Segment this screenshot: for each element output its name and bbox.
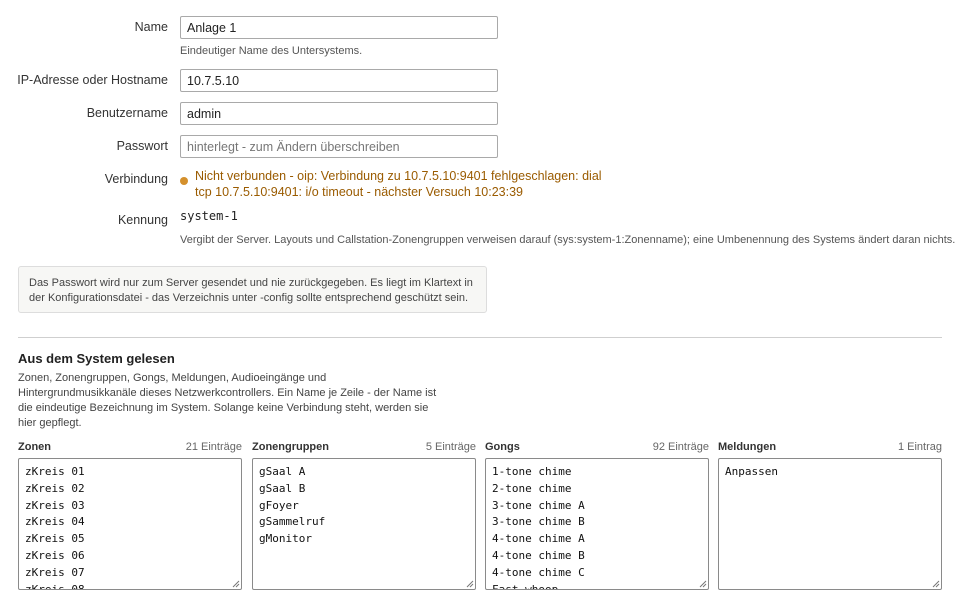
list-item: 1-tone chime — [492, 465, 572, 478]
zone-groups-title: Zonengruppen — [252, 441, 329, 453]
resize-grip-icon[interactable] — [931, 579, 940, 588]
list-item: zKreis 02 — [25, 481, 85, 495]
system-id-value: system-1 — [180, 209, 238, 223]
zones-title: Zonen — [18, 441, 51, 453]
id-hint: Vergibt der Server. Layouts und Callstat… — [180, 234, 956, 246]
section-divider — [18, 337, 942, 338]
section-description: Zonen, Zonengruppen, Gongs, Meldungen, A… — [18, 372, 437, 429]
list-item: 4-tone chime A — [492, 532, 585, 546]
host-input[interactable] — [180, 69, 498, 92]
zones-count: 21 Einträge — [185, 441, 242, 453]
list-item: gMonitor — [259, 532, 312, 546]
gongs-count: 92 Einträge — [652, 441, 709, 453]
gongs-textarea[interactable]: 1-tone chime 2-tone chime 3-tone chime A… — [485, 458, 709, 590]
connection-label: Verbindung — [104, 172, 168, 186]
resize-grip-icon[interactable] — [231, 579, 240, 588]
list-item: Fast whoop — [492, 582, 559, 590]
messages-textarea[interactable]: Anpassen — [718, 458, 942, 590]
zones-column: Zonen 21 Einträge zKreis 01 zKreis 02 zK… — [18, 441, 242, 590]
name-hint: Eindeutiger Name des Untersystems. — [180, 45, 363, 57]
name-input[interactable] — [180, 16, 498, 39]
username-label: Benutzername — [86, 106, 168, 120]
list-item: zKreis 05 — [25, 532, 85, 546]
list-item: gSaal B — [259, 481, 306, 495]
list-item: 3-tone chime B — [492, 515, 585, 529]
gongs-title: Gongs — [485, 441, 520, 453]
resize-grip-icon[interactable] — [465, 579, 474, 588]
section-title: Aus dem System gelesen — [18, 351, 175, 366]
list-item: 3-tone chime A — [492, 498, 585, 512]
host-label: IP-Adresse oder Hostname — [17, 73, 168, 87]
messages-column: Meldungen 1 Eintrag Anpassen — [718, 441, 942, 590]
id-label: Kennung — [117, 213, 168, 227]
list-item: 4-tone chime B — [492, 548, 585, 562]
list-item: zKreis 07 — [25, 565, 85, 579]
list-item: gSaal A — [259, 465, 306, 478]
password-notice: Das Passwort wird nur zum Server gesende… — [18, 266, 487, 313]
messages-title: Meldungen — [718, 441, 777, 453]
messages-count: 1 Eintrag — [897, 441, 942, 453]
list-item: 4-tone chime C — [492, 565, 585, 579]
zone-groups-count: 5 Einträge — [425, 441, 476, 453]
list-item: zKreis 06 — [25, 548, 85, 562]
resize-grip-icon[interactable] — [698, 579, 707, 588]
list-item: zKreis 01 — [25, 465, 85, 478]
username-input[interactable] — [180, 102, 498, 125]
zones-textarea[interactable]: zKreis 01 zKreis 02 zKreis 03 zKreis 04 … — [18, 458, 242, 590]
list-item: gSammelruf — [259, 515, 326, 529]
name-label: Name — [134, 20, 168, 34]
zone-groups-column: Zonengruppen 5 Einträge gSaal A gSaal B … — [252, 441, 476, 590]
password-input[interactable] — [180, 135, 498, 158]
connection-status-text: Nicht verbunden - oip: Verbindung zu 10.… — [195, 169, 602, 199]
list-item: 2-tone chime — [492, 481, 572, 495]
gongs-column: Gongs 92 Einträge 1-tone chime 2-tone ch… — [485, 441, 709, 590]
list-item: gFoyer — [259, 498, 299, 512]
password-label: Passwort — [116, 139, 168, 153]
zone-groups-textarea[interactable]: gSaal A gSaal B gFoyer gSammelruf gMonit… — [252, 458, 476, 590]
status-dot-icon — [180, 177, 188, 185]
list-item: zKreis 08 — [25, 582, 85, 590]
list-item: zKreis 04 — [25, 515, 85, 529]
list-item: zKreis 03 — [25, 498, 85, 512]
list-item: Anpassen — [725, 465, 778, 478]
